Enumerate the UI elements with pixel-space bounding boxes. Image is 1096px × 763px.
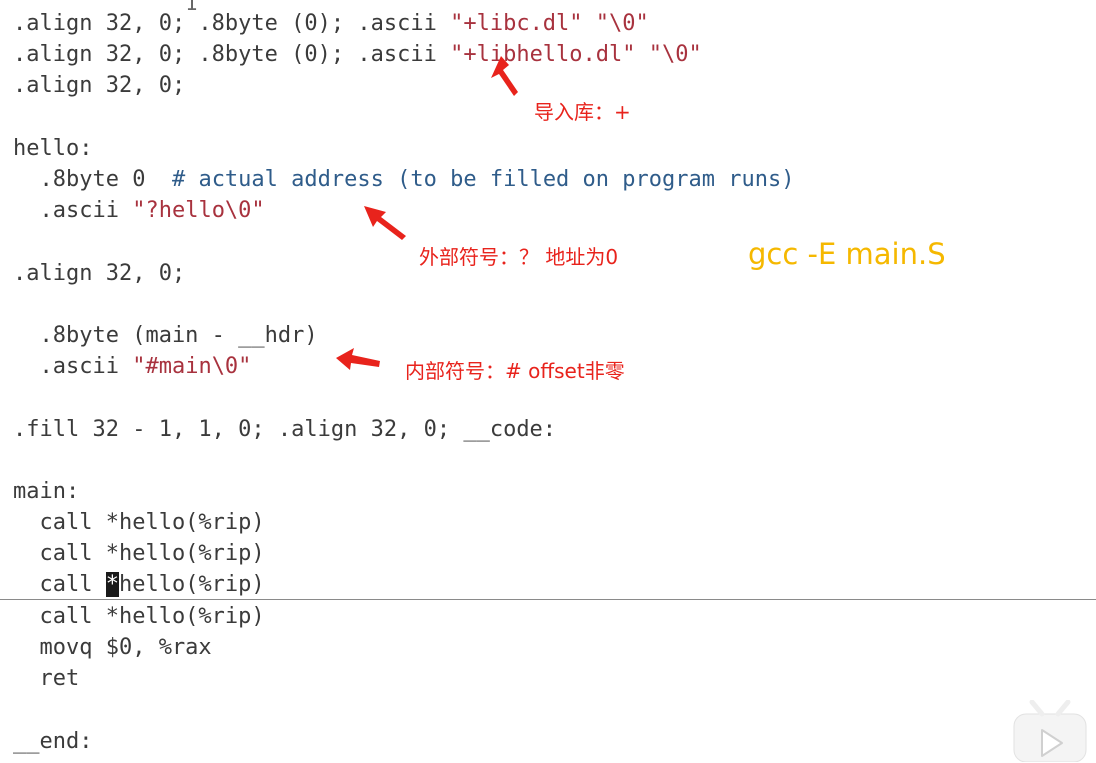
current-line-indicator [0, 599, 1096, 600]
code-line[interactable]: call *hello(%rip) [13, 538, 265, 569]
code-token: .align 32, 0; .8byte (0); .ascii [13, 42, 451, 67]
arrow-external-symbol-icon [364, 206, 406, 240]
code-line[interactable]: .align 32, 0; .8byte (0); .ascii "+libc.… [13, 8, 649, 39]
annotation-internal-symbol: 内部符号：# offset非零 [405, 359, 625, 383]
code-line[interactable]: call *hello(%rip) [13, 507, 265, 538]
string-token: "#main\0" [132, 354, 252, 379]
code-token: .fill 32 - 1, 1, 0; .align 32, 0; __code… [13, 417, 557, 442]
string-token: "\0" [595, 11, 649, 36]
code-token: main: [13, 479, 80, 504]
code-token: .ascii [13, 354, 133, 379]
code-token: .align 32, 0; .8byte (0); .ascii [13, 11, 451, 36]
code-line[interactable]: hello: [13, 133, 92, 164]
code-token: call *hello(%rip) [13, 604, 265, 629]
code-line[interactable]: call *hello(%rip) [13, 601, 265, 632]
code-line[interactable]: .align 32, 0; [13, 258, 185, 289]
code-token: .ascii [13, 198, 133, 223]
code-line[interactable]: __end: [13, 726, 92, 757]
annotation-import-lib: 导入库：+ [534, 100, 631, 124]
comment-token: # actual address (to be filled on progra… [171, 167, 795, 192]
code-token: ret [13, 666, 80, 691]
bilibili-tv-icon [1013, 700, 1087, 762]
code-line[interactable]: main: [13, 476, 79, 507]
string-token: "?hello\0" [132, 198, 265, 223]
code-line[interactable]: .8byte 0 # actual address (to be filled … [13, 164, 794, 195]
code-line[interactable]: ret [13, 663, 79, 694]
arrow-internal-symbol-icon [336, 348, 380, 370]
code-token: __end: [13, 729, 93, 754]
code-line[interactable]: movq $0, %rax [13, 632, 212, 663]
code-token: call *hello(%rip) [13, 510, 265, 535]
string-token: "+libc.dl" [450, 11, 583, 36]
code-token: hello(%rip) [118, 572, 265, 597]
code-token: call *hello(%rip) [13, 541, 265, 566]
annotation-external-symbol: 外部符号：？ 地址为0 [419, 245, 619, 269]
code-line[interactable]: .ascii "#main\0" [13, 351, 251, 382]
code-token: .align 32, 0; [13, 73, 186, 98]
string-token: "+libhello.dl" [450, 42, 636, 67]
code-token: .align 32, 0; [13, 261, 186, 286]
text-cursor-ibeam: I [186, 0, 199, 15]
code-token: .8byte 0 [13, 167, 172, 192]
code-token: call [13, 572, 106, 597]
code-token: .8byte (main - __hdr) [13, 323, 318, 348]
string-token: "\0" [648, 42, 702, 67]
code-token: hello: [13, 136, 93, 161]
code-token: movq $0, %rax [13, 635, 212, 660]
code-line[interactable]: .align 32, 0; [13, 70, 185, 101]
text-cursor: * [105, 572, 119, 597]
annotation-gcc-command: gcc -E main.S [748, 237, 946, 271]
code-line[interactable]: .ascii "?hello\0" [13, 195, 265, 226]
code-line[interactable]: .fill 32 - 1, 1, 0; .align 32, 0; __code… [13, 414, 556, 445]
arrow-import-lib-icon [491, 56, 518, 96]
code-line[interactable]: .align 32, 0; .8byte (0); .ascii "+libhe… [13, 39, 702, 70]
code-line[interactable]: call *hello(%rip) [13, 569, 265, 600]
code-line[interactable]: .8byte (main - __hdr) [13, 320, 318, 351]
